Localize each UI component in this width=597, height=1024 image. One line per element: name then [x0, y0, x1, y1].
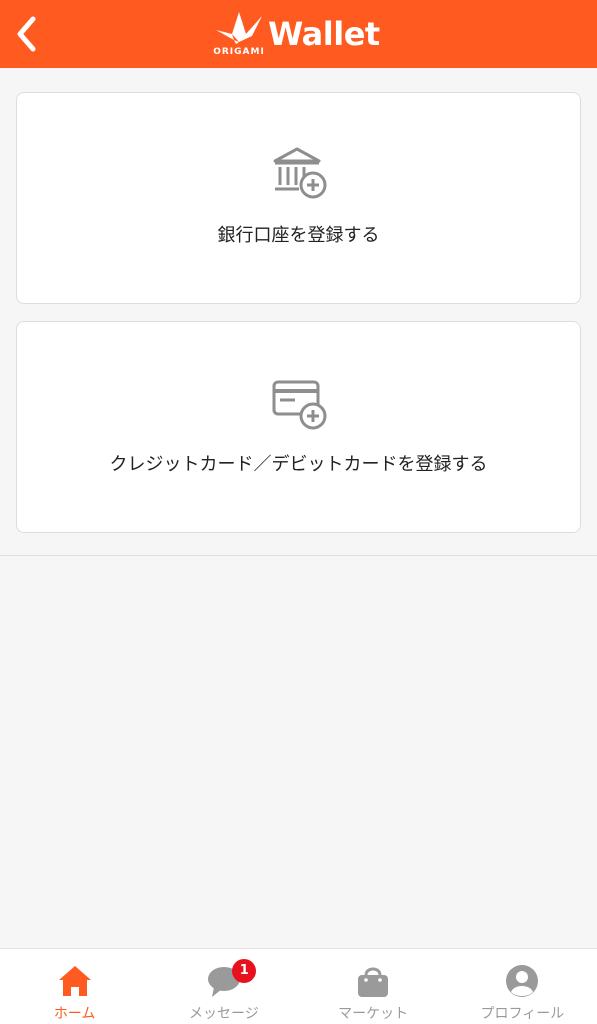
brand-sub-text: ORIGAMI [213, 47, 265, 57]
tab-messages[interactable]: 1 メッセージ [149, 949, 298, 1024]
home-icon [58, 966, 91, 996]
tab-market[interactable]: マーケット [299, 949, 448, 1024]
profile-icon [506, 965, 539, 997]
tab-home[interactable]: ホーム [0, 949, 149, 1024]
tab-messages-label: メッセージ [189, 1006, 259, 1022]
origami-wallet-logo: ORIGAMI Wallet [212, 6, 380, 62]
tab-profile[interactable]: プロフィール [448, 949, 597, 1024]
register-bank-account-label: 銀行口座を登録する [217, 225, 380, 246]
bank-plus-icon [273, 147, 327, 199]
app-header: ORIGAMI Wallet [0, 0, 597, 68]
back-button[interactable] [6, 12, 46, 56]
tab-profile-label: プロフィール [480, 1006, 565, 1022]
tab-market-label: マーケット [338, 1006, 409, 1022]
card-plus-icon [272, 380, 327, 430]
origami-crane-logo: ORIGAMI [212, 6, 266, 62]
register-bank-account-card[interactable]: 銀行口座を登録する [16, 92, 581, 304]
tab-home-label: ホーム [53, 1006, 96, 1022]
bottom-tab-bar: ホーム 1 メッセージ マーケット プロフィール [0, 948, 597, 1024]
register-card-card[interactable]: クレジットカード／デビットカードを登録する [16, 321, 581, 533]
main-content: 銀行口座を登録する クレジットカード／デビットカードを登録する [0, 68, 597, 556]
chevron-left-icon [17, 16, 36, 52]
message-count-badge: 1 [232, 959, 257, 983]
shopping-bag-icon [358, 967, 389, 997]
page-title: Wallet [268, 15, 380, 53]
origami-crane-icon [216, 12, 262, 44]
register-card-label: クレジットカード／デビットカードを登録する [109, 454, 488, 475]
